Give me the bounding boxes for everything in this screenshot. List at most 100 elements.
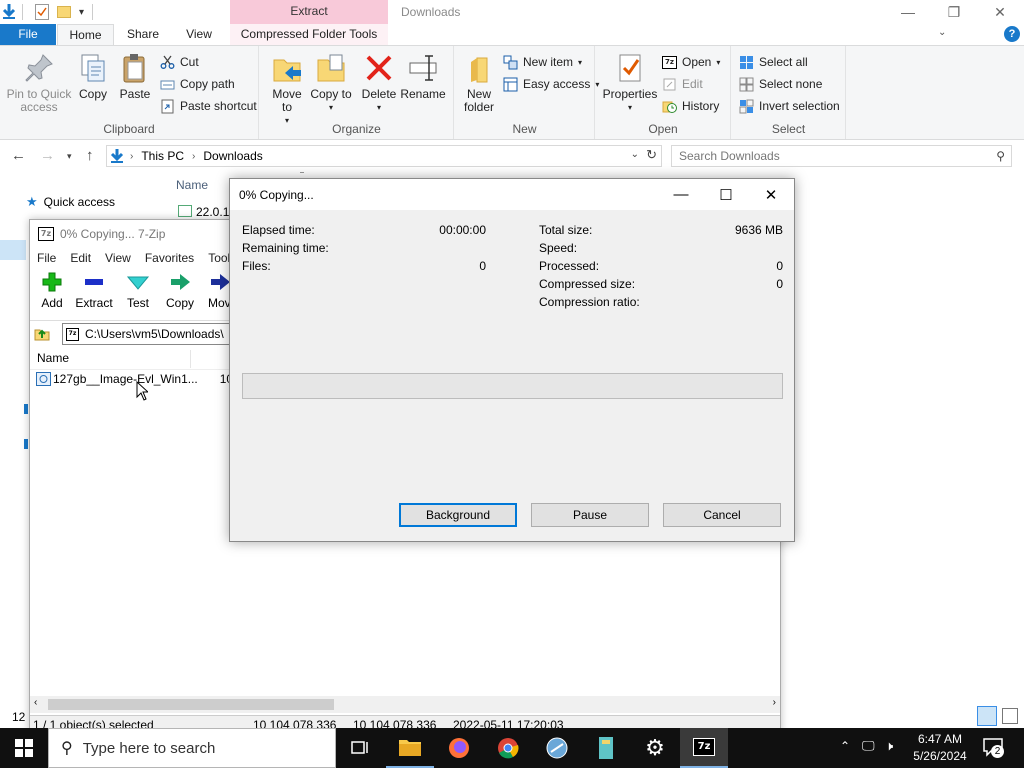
nav-item-quick-access[interactable]: ★ Quick access <box>26 194 115 210</box>
show-hidden-icons[interactable]: ⌃ <box>840 739 850 753</box>
dialog-minimize-button[interactable]: — <box>658 179 704 210</box>
help-icon[interactable]: ? <box>1004 26 1020 42</box>
7zip-title: 0% Copying... 7-Zip <box>60 227 166 241</box>
refresh-icon[interactable]: ↻ <box>646 147 657 163</box>
large-icons-view-icon[interactable] <box>1002 708 1018 724</box>
recent-locations-icon[interactable]: ▾ <box>67 151 72 162</box>
tab-home[interactable]: Home <box>57 24 114 46</box>
volume-muted-icon[interactable]: 🕨 <box>885 738 893 754</box>
new-folder-button[interactable]: New folder <box>461 52 497 114</box>
scrollbar-thumb[interactable] <box>48 699 334 710</box>
breadcrumb-downloads[interactable]: Downloads <box>203 149 262 163</box>
windows-logo-icon <box>15 739 33 757</box>
taskbar-archive-app[interactable] <box>582 728 630 768</box>
taskbar-firefox[interactable] <box>435 728 483 768</box>
cut-button[interactable]: Cut <box>160 52 199 72</box>
taskbar-chrome[interactable] <box>484 728 532 768</box>
disk-image-icon <box>36 372 51 386</box>
copy-button[interactable]: Copy <box>76 52 110 101</box>
taskbar-search-box[interactable]: ⚲ Type here to search <box>48 728 336 768</box>
firefox-icon <box>449 738 469 758</box>
paste-button[interactable]: Paste <box>117 52 153 101</box>
sort-indicator <box>300 172 304 176</box>
copy-to-button[interactable]: Copy to ▾ <box>310 52 352 114</box>
customize-qat-icon[interactable]: ▾ <box>79 7 84 18</box>
downloads-arrow-icon <box>2 4 16 20</box>
new-folder-qat-icon[interactable] <box>57 6 71 18</box>
taskbar-clock[interactable]: 6:47 AM 5/26/2024 <box>906 731 974 765</box>
invert-selection-button[interactable]: Invert selection <box>739 96 840 116</box>
downloads-location-icon <box>110 149 124 163</box>
minimize-button[interactable]: — <box>885 0 931 24</box>
tab-view[interactable]: View <box>176 24 222 46</box>
details-view-icon[interactable] <box>977 706 997 726</box>
forward-arrow-icon[interactable]: → <box>40 147 55 164</box>
group-new: New folder New item ▾ Easy access ▾ New <box>455 46 599 139</box>
maximize-button[interactable]: ❐ <box>931 0 977 24</box>
move-to-button[interactable]: Move to ▾ <box>266 52 308 127</box>
dialog-maximize-button[interactable]: ☐ <box>703 179 749 210</box>
cancel-button[interactable]: Cancel <box>663 503 781 527</box>
taskbar-settings[interactable]: ⚙ <box>631 728 679 768</box>
tab-share[interactable]: Share <box>120 24 166 46</box>
close-button[interactable]: ✕ <box>977 0 1023 24</box>
up-arrow-icon[interactable]: ↑ <box>86 147 94 164</box>
new-item-button[interactable]: New item ▾ <box>503 52 582 72</box>
dialog-close-button[interactable]: ✕ <box>748 179 794 210</box>
task-view-button[interactable] <box>336 728 384 768</box>
move-button[interactable]: Mov <box>200 272 230 310</box>
pin-to-quick-access-button[interactable]: Pin to Quick access <box>4 52 74 114</box>
menu-view[interactable]: View <box>98 248 138 268</box>
scroll-left-icon[interactable]: ‹ <box>34 697 37 708</box>
test-button[interactable]: Test <box>116 272 160 310</box>
7zip-column-name[interactable]: Name <box>37 351 69 365</box>
collapse-ribbon-icon[interactable]: ⌄ <box>938 27 946 38</box>
taskbar-control-panel[interactable] <box>533 728 581 768</box>
horizontal-scrollbar[interactable]: ‹ › <box>30 696 780 713</box>
menu-file[interactable]: File <box>30 248 63 268</box>
address-dropdown-icon[interactable]: ⌄ <box>631 149 639 160</box>
files-label: Files: <box>242 259 271 273</box>
taskbar-file-explorer[interactable] <box>386 728 434 768</box>
column-header-name[interactable]: Name <box>176 178 208 192</box>
properties-button[interactable]: Properties ▾ <box>602 52 658 114</box>
start-button[interactable] <box>0 728 48 768</box>
scroll-right-icon[interactable]: › <box>773 697 776 708</box>
up-folder-icon[interactable] <box>34 325 50 341</box>
network-icon[interactable]: 🖵 <box>862 738 875 754</box>
select-none-button[interactable]: Select none <box>739 74 822 94</box>
select-all-button[interactable]: Select all <box>739 52 808 72</box>
back-arrow-icon[interactable]: ← <box>11 147 26 164</box>
paste-shortcut-button[interactable]: Paste shortcut <box>160 96 257 116</box>
copy-arrow-button[interactable]: Copy <box>158 272 202 310</box>
extract-button[interactable]: Extract <box>72 272 116 310</box>
remaining-time-label: Remaining time: <box>242 241 329 255</box>
file-row-partial[interactable]: 22.0.1 <box>178 205 229 219</box>
search-input[interactable]: Search Downloads ⚲ <box>671 145 1012 167</box>
taskbar-7zip[interactable]: 7z <box>680 728 728 768</box>
7zip-path-input[interactable]: 7z C:\Users\vm5\Downloads\ <box>62 323 232 345</box>
add-button[interactable]: Add <box>30 272 74 310</box>
copy-path-button[interactable]: Copy path <box>160 74 235 94</box>
group-organize: Move to ▾ Copy to ▾ Delete ▾ Rename Orga… <box>260 46 454 139</box>
menu-favorites[interactable]: Favorites <box>138 248 201 268</box>
paste-shortcut-icon <box>161 99 174 113</box>
pause-button[interactable]: Pause <box>531 503 649 527</box>
open-button[interactable]: 7z Open ▾ <box>662 52 720 72</box>
address-bar[interactable]: › This PC › Downloads ⌄ ↻ <box>106 145 662 167</box>
breadcrumb-this-pc[interactable]: This PC <box>141 149 184 163</box>
tab-compressed-folder-tools[interactable]: Compressed Folder Tools <box>230 24 388 46</box>
properties-qat-icon[interactable] <box>35 4 49 20</box>
compression-ratio-label: Compression ratio: <box>539 295 640 309</box>
background-button[interactable]: Background <box>399 503 517 527</box>
delete-x-icon <box>363 52 395 84</box>
delete-button[interactable]: Delete ▾ <box>358 52 400 114</box>
rename-button[interactable]: Rename <box>400 52 446 101</box>
group-label-organize: Organize <box>332 122 381 136</box>
history-button[interactable]: History <box>662 96 719 116</box>
action-center-button[interactable]: 2 <box>982 736 1004 758</box>
edit-button[interactable]: Edit <box>662 74 703 94</box>
easy-access-button[interactable]: Easy access ▾ <box>503 74 599 94</box>
menu-edit[interactable]: Edit <box>63 248 98 268</box>
tab-file[interactable]: File <box>0 24 56 46</box>
